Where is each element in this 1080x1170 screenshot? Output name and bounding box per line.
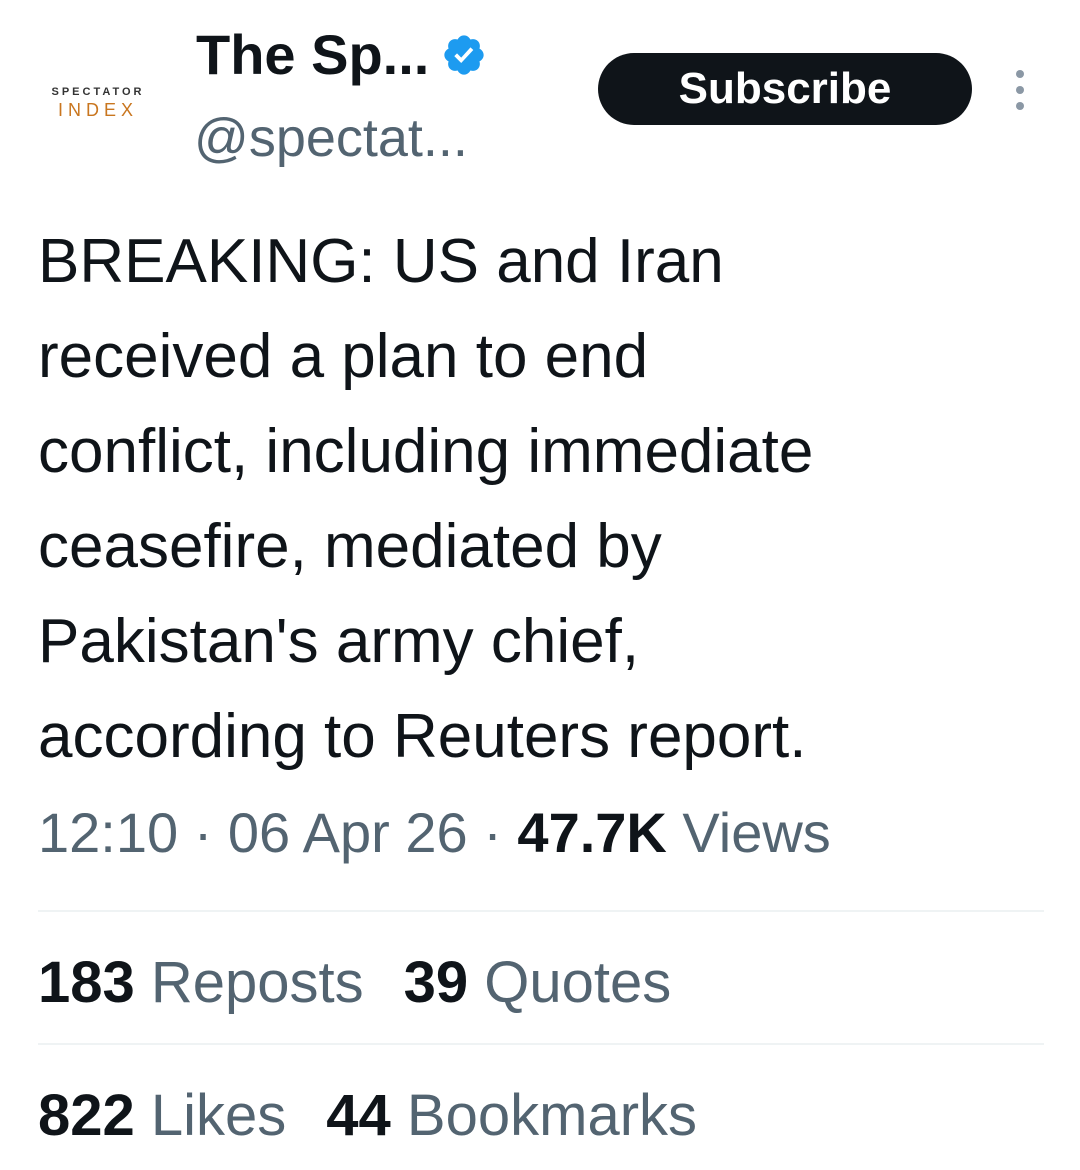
- stats-row-reposts-quotes: 183 Reposts 39 Quotes: [38, 950, 671, 1016]
- reposts-count: 183: [38, 950, 135, 1015]
- stats-row-likes-bookmarks: 822 Likes 44 Bookmarks: [38, 1083, 697, 1149]
- reposts-label: Reposts: [134, 950, 364, 1015]
- avatar-logo-bottom: INDEX: [57, 99, 138, 120]
- user-handle[interactable]: @spectat...: [194, 108, 468, 168]
- meta-separator: ·: [178, 801, 228, 864]
- tweet-text: BREAKING: US and Iran received a plan to…: [38, 227, 814, 771]
- likes-label: Likes: [134, 1083, 287, 1148]
- more-vertical-icon[interactable]: [1006, 68, 1034, 112]
- divider: [38, 1043, 1044, 1045]
- author-name-row: The Sp...: [196, 24, 487, 86]
- subscribe-button[interactable]: Subscribe: [598, 53, 972, 125]
- bookmarks-stat[interactable]: 44 Bookmarks: [326, 1083, 697, 1149]
- tweet-time[interactable]: 12:10: [38, 801, 178, 864]
- avatar[interactable]: SPECTATOR INDEX: [28, 58, 168, 148]
- quotes-stat[interactable]: 39 Quotes: [404, 950, 672, 1016]
- tweet-date[interactable]: 06 Apr 26: [228, 801, 468, 864]
- display-name[interactable]: The Sp...: [196, 24, 429, 86]
- verified-badge-icon[interactable]: [441, 32, 487, 78]
- views-count: 47.7K: [517, 801, 667, 864]
- likes-count: 822: [38, 1083, 135, 1148]
- bookmarks-label: Bookmarks: [390, 1083, 698, 1148]
- avatar-logo-top: SPECTATOR: [51, 85, 145, 98]
- tweet-meta: 12:10 · 06 Apr 26 · 47.7K Views: [38, 800, 831, 866]
- divider: [38, 910, 1044, 912]
- meta-separator: ·: [467, 801, 518, 864]
- quotes-count: 39: [403, 950, 469, 1015]
- reposts-stat[interactable]: 183 Reposts: [38, 950, 364, 1016]
- likes-stat[interactable]: 822 Likes: [38, 1083, 286, 1149]
- bookmarks-count: 44: [326, 1083, 391, 1148]
- quotes-label: Quotes: [468, 950, 672, 1015]
- views-label: Views: [666, 801, 831, 864]
